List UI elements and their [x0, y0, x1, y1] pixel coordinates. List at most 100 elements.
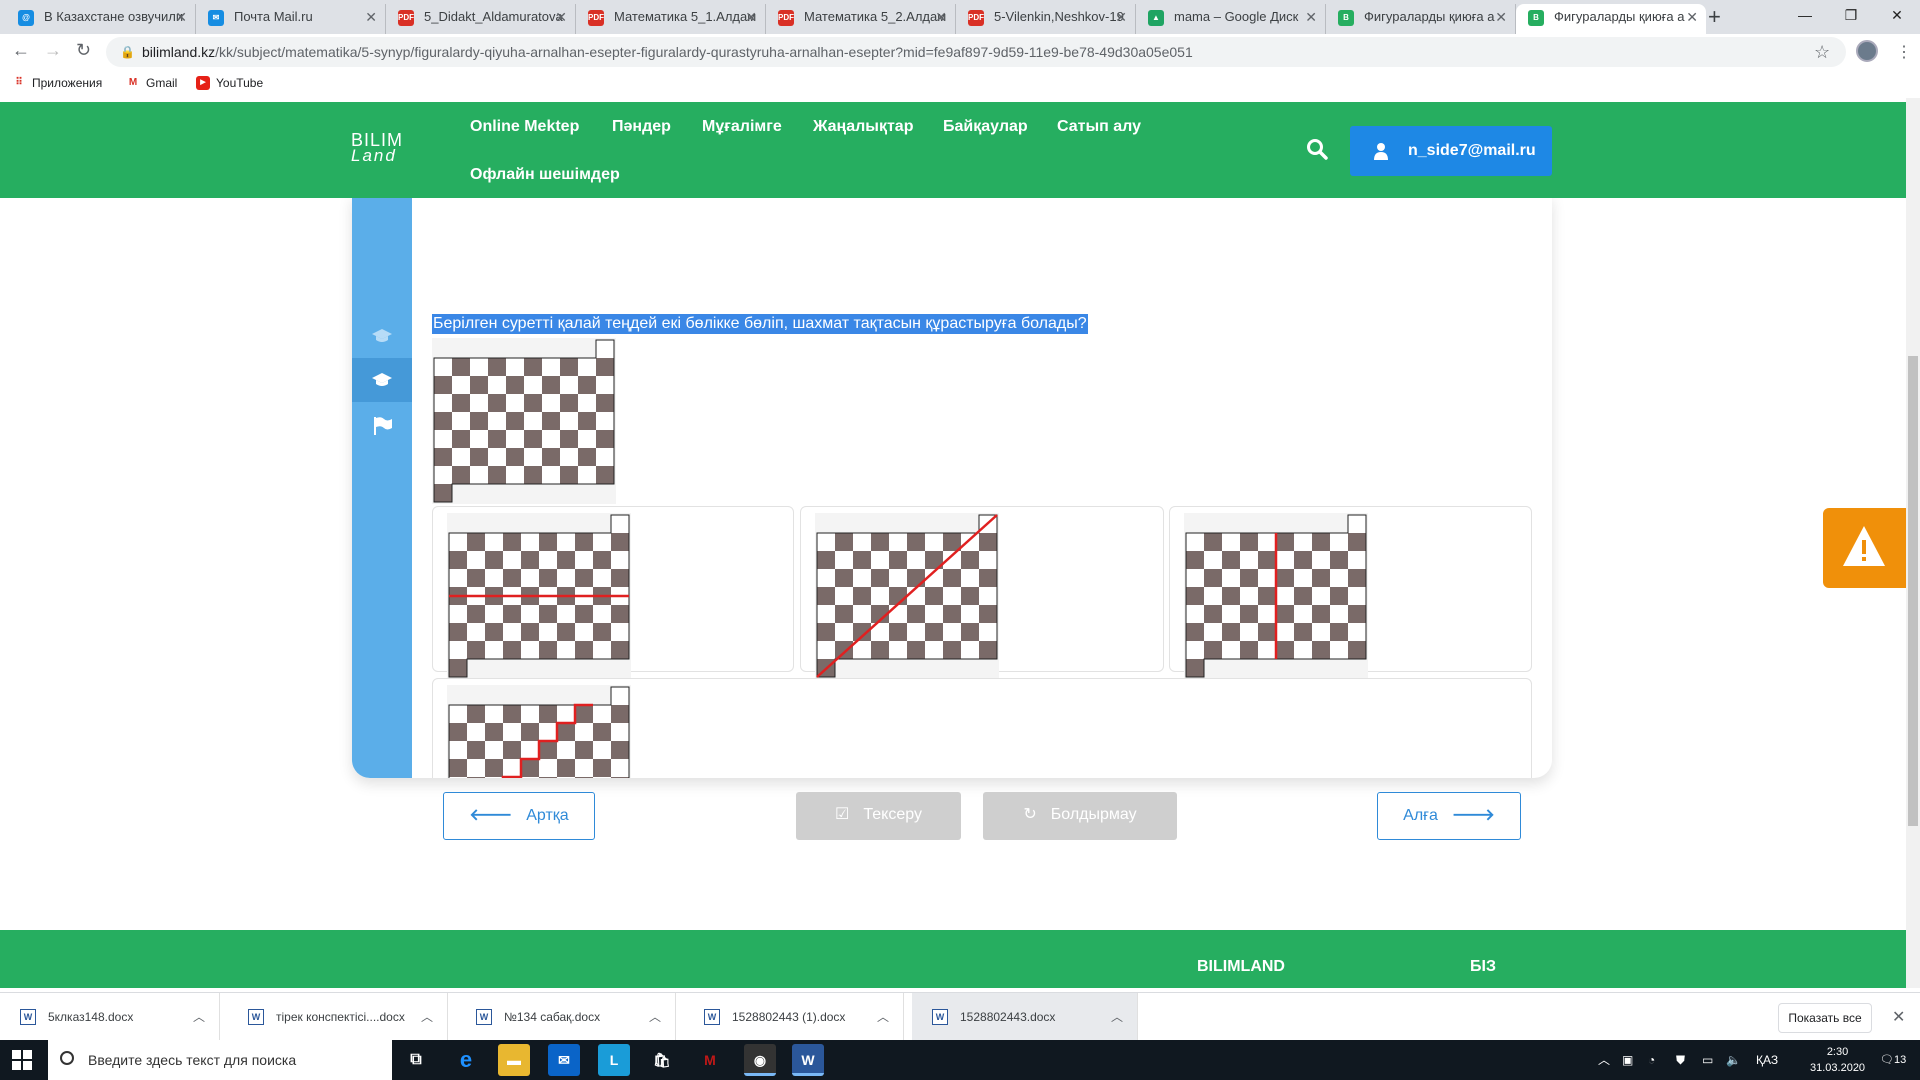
- tray-mcafee-icon[interactable]: ⛊: [1676, 1040, 1685, 1080]
- browser-tab[interactable]: PDF 5_Didakt_Aldamuratova ✕: [386, 4, 576, 34]
- chevron-up-icon[interactable]: ︿: [877, 993, 889, 1041]
- download-item[interactable]: W №134 сабақ.docx ︿: [456, 993, 676, 1041]
- chevron-up-icon[interactable]: ︿: [1111, 993, 1123, 1041]
- sidebar-item-practice[interactable]: [352, 358, 412, 402]
- edge-icon[interactable]: e: [450, 1044, 482, 1076]
- close-tab-icon[interactable]: ✕: [1305, 4, 1317, 30]
- lync-icon[interactable]: L: [598, 1044, 630, 1076]
- forward-arrow-icon[interactable]: →: [44, 40, 62, 61]
- board-cell: [578, 358, 596, 376]
- profile-avatar[interactable]: [1856, 40, 1878, 62]
- board-cell: [578, 412, 596, 430]
- action-center-icon[interactable]: 🗨13: [1880, 1040, 1906, 1080]
- bookmark-apps[interactable]: ⠿ Приложения: [12, 76, 102, 90]
- nav-subjects[interactable]: Пәндер: [612, 118, 671, 136]
- chevron-up-icon[interactable]: ︿: [193, 993, 205, 1041]
- bookmark-gmail[interactable]: M Gmail: [126, 76, 178, 90]
- word-icon[interactable]: W: [792, 1044, 824, 1076]
- browser-tab[interactable]: ✉ Почта Mail.ru ✕: [196, 4, 386, 34]
- file-explorer-icon[interactable]: ▬: [498, 1044, 530, 1076]
- answer-option-d[interactable]: [432, 678, 1532, 778]
- browser-tab[interactable]: PDF Математика 5_1.Алдам ✕: [576, 4, 766, 34]
- bilimland-logo[interactable]: BILIM Land: [351, 131, 403, 164]
- show-all-downloads-button[interactable]: Показать все: [1778, 1003, 1872, 1033]
- browser-tab[interactable]: B Фигураларды қиюға а ✕: [1516, 4, 1706, 34]
- sidebar-item-test[interactable]: [352, 404, 412, 448]
- close-tab-icon[interactable]: ✕: [365, 4, 377, 30]
- tray-chevron-icon[interactable]: ︿: [1598, 1040, 1610, 1080]
- board-cell: [503, 605, 521, 623]
- minimize-button[interactable]: —: [1782, 0, 1828, 32]
- board-cell: [1348, 623, 1366, 641]
- tray-wifi-icon[interactable]: ◔: [1648, 1040, 1655, 1080]
- download-item[interactable]: W 1528802443 (1).docx ︿: [684, 993, 904, 1041]
- browser-tab[interactable]: PDF 5-Vilenkin,Neshkov-19 ✕: [956, 4, 1136, 34]
- close-tab-icon[interactable]: ✕: [175, 4, 187, 30]
- nav-news[interactable]: Жаңалықтар: [813, 118, 913, 136]
- bookmark-star-icon[interactable]: ☆: [1814, 42, 1830, 63]
- mail-icon[interactable]: ✉: [548, 1044, 580, 1076]
- board-cell: [889, 641, 907, 659]
- tray-volume-icon[interactable]: 🔈: [1726, 1040, 1741, 1080]
- nav-teachers[interactable]: Мұғалімге: [702, 118, 782, 136]
- search-icon[interactable]: [1306, 138, 1328, 160]
- browser-tab[interactable]: @ В Казахстане озвучили ✕: [6, 4, 196, 34]
- maximize-button[interactable]: ❐: [1828, 0, 1874, 32]
- nav-online-mektep[interactable]: Online Mektep: [470, 118, 579, 136]
- close-tab-icon[interactable]: ✕: [555, 4, 567, 30]
- sidebar-item-theory[interactable]: [352, 314, 412, 358]
- board-cell: [470, 376, 488, 394]
- download-item[interactable]: W 5клказ148.docx ︿: [0, 993, 220, 1041]
- check-button[interactable]: ☑ Тексеру: [796, 792, 961, 840]
- board-cell: [521, 623, 539, 641]
- word-doc-icon: W: [20, 1009, 36, 1025]
- bookmark-youtube[interactable]: ▶ YouTube: [196, 76, 263, 90]
- close-tab-icon[interactable]: ✕: [935, 4, 947, 30]
- chrome-icon[interactable]: ◉: [744, 1044, 776, 1076]
- tray-network-icon[interactable]: ▣: [1622, 1040, 1633, 1080]
- page-scrollbar[interactable]: [1906, 98, 1920, 988]
- close-tab-icon[interactable]: ✕: [1115, 4, 1127, 30]
- new-tab-button[interactable]: +: [1708, 4, 1721, 30]
- download-item[interactable]: Wтірек конспектісі....docx ︿: [228, 993, 448, 1041]
- user-account-button[interactable]: n_side7@mail.ru: [1350, 126, 1552, 176]
- download-item[interactable]: W 1528802443.docx ︿: [912, 993, 1138, 1041]
- downloads-bar: W 5клказ148.docx ︿ Wтірек конспектісі....d…: [0, 992, 1920, 1041]
- tray-language[interactable]: ҚАЗ: [1756, 1040, 1778, 1080]
- back-button[interactable]: 🡐 Артқа: [443, 792, 595, 840]
- tab-title: 5_Didakt_Aldamuratova: [424, 9, 563, 24]
- mcafee-icon[interactable]: M: [694, 1044, 726, 1076]
- report-error-button[interactable]: [1823, 508, 1906, 588]
- close-tab-icon[interactable]: ✕: [1495, 4, 1507, 30]
- reload-icon[interactable]: ↻: [76, 40, 91, 61]
- chevron-up-icon[interactable]: ︿: [649, 993, 661, 1041]
- taskbar-clock[interactable]: 2:30 31.03.2020: [1810, 1044, 1865, 1076]
- menu-kebab-icon[interactable]: ⋮: [1896, 42, 1912, 62]
- answer-option-c[interactable]: [1169, 506, 1532, 679]
- windows-start-icon[interactable]: [12, 1050, 32, 1070]
- reset-button[interactable]: ↻ Болдырмау: [983, 792, 1177, 840]
- answer-option-a[interactable]: [432, 506, 794, 679]
- board-cell: [907, 587, 925, 605]
- taskbar-search-input[interactable]: Введите здесь текст для поиска: [48, 1040, 392, 1080]
- back-arrow-icon[interactable]: ←: [12, 40, 30, 61]
- task-view-icon[interactable]: ⧉: [400, 1044, 432, 1076]
- browser-tab[interactable]: ▲ mama – Google Диск ✕: [1136, 4, 1326, 34]
- nav-buy[interactable]: Сатып алу: [1057, 118, 1141, 136]
- store-icon[interactable]: 🛍: [646, 1044, 678, 1076]
- browser-tab[interactable]: PDF Математика 5_2.Алдам ✕: [766, 4, 956, 34]
- close-window-button[interactable]: ✕: [1874, 0, 1920, 32]
- scrollbar-thumb[interactable]: [1908, 356, 1918, 826]
- address-bar[interactable]: 🔒 bilimland.kz/kk/subject/matematika/5-s…: [106, 37, 1846, 67]
- close-tab-icon[interactable]: ✕: [1686, 4, 1698, 30]
- close-tab-icon[interactable]: ✕: [745, 4, 757, 30]
- nav-offline[interactable]: Офлайн шешімдер: [470, 166, 620, 184]
- answer-option-b[interactable]: [800, 506, 1164, 679]
- next-button[interactable]: Алға 🡒: [1377, 792, 1521, 840]
- nav-contests[interactable]: Байқаулар: [943, 118, 1028, 136]
- close-icon[interactable]: ✕: [1892, 1007, 1905, 1027]
- tray-battery-icon[interactable]: ▭: [1702, 1040, 1713, 1080]
- browser-tab[interactable]: B Фигураларды қиюға а ✕: [1326, 4, 1516, 34]
- chevron-up-icon[interactable]: ︿: [421, 993, 433, 1041]
- board-cell: [467, 605, 485, 623]
